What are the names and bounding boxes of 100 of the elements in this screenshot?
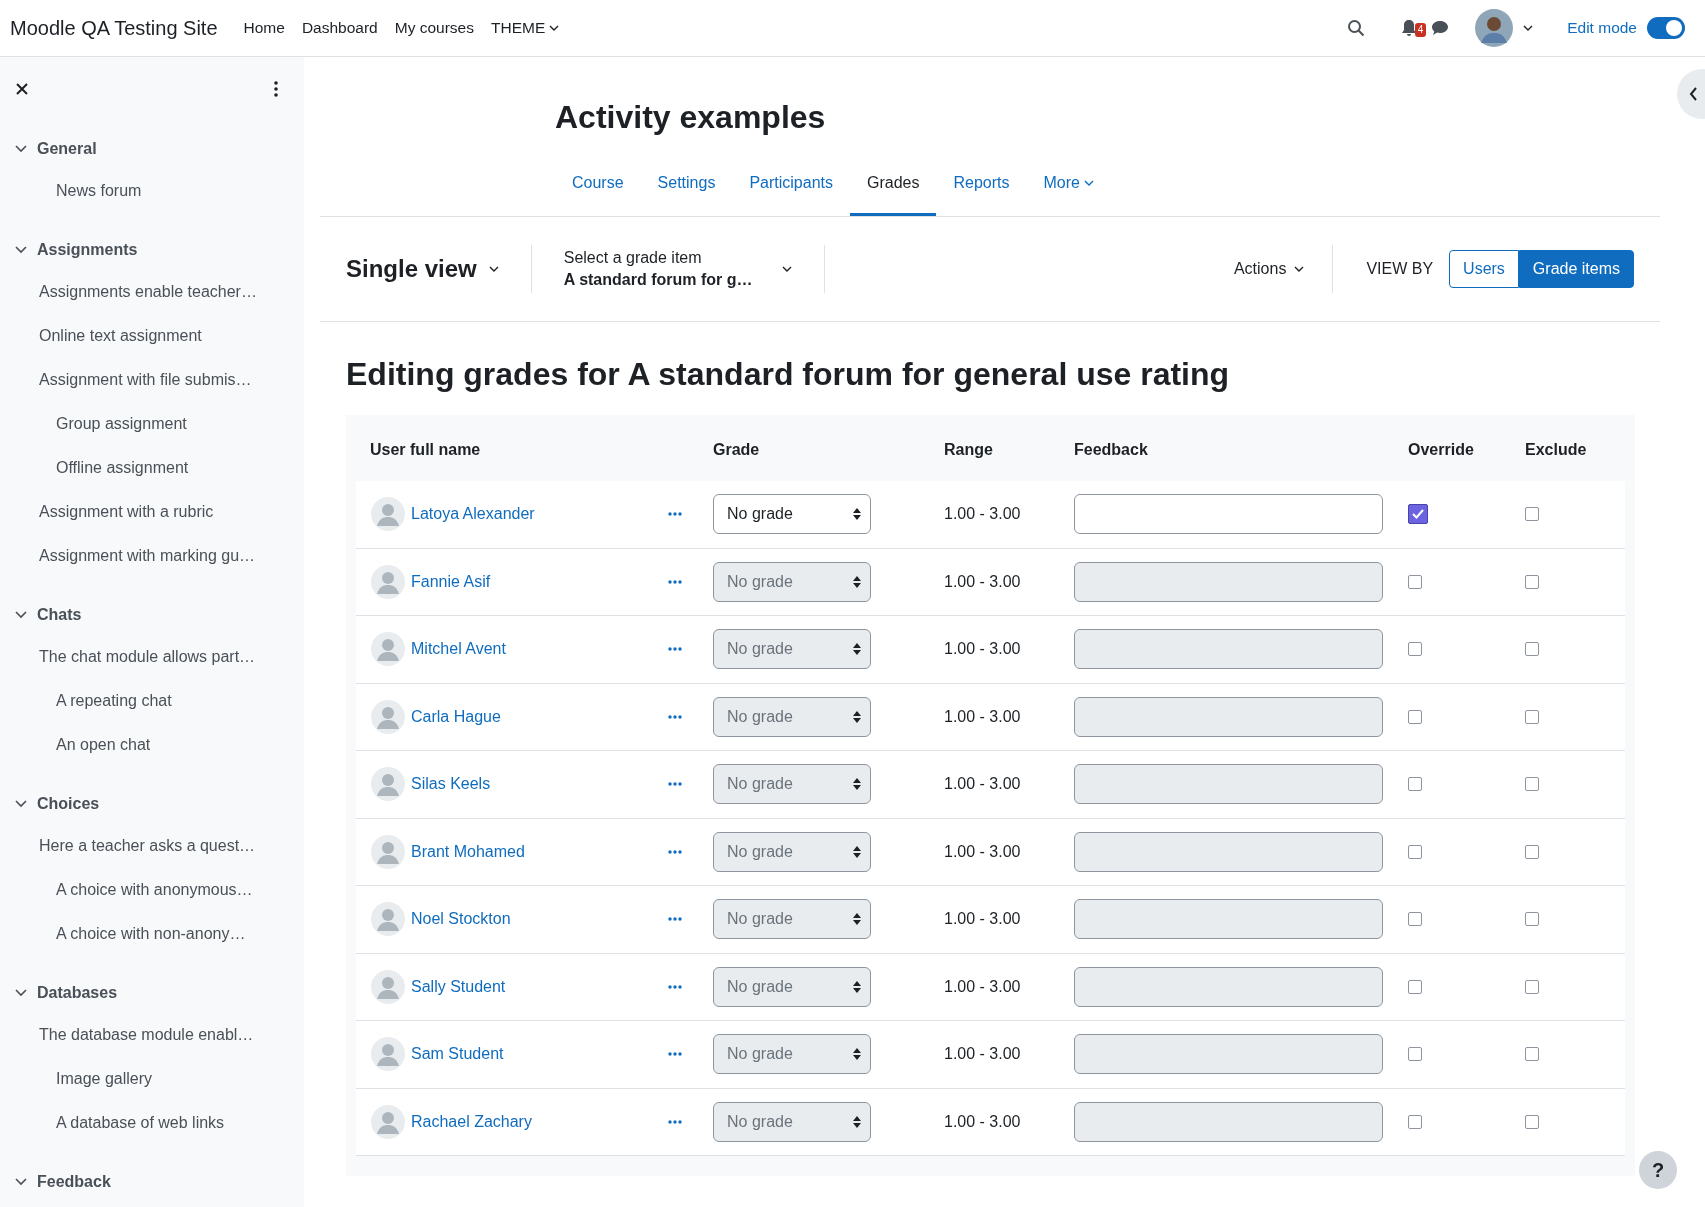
sidebar-item[interactable]: A choice with non-anony… [56,925,246,943]
section-title[interactable]: Choices [37,795,100,813]
site-name[interactable]: Moodle QA Testing Site [10,16,218,40]
nav-link[interactable]: THEME [490,19,560,37]
override-checkbox[interactable] [1408,979,1422,994]
grade-select[interactable]: No grade [713,899,871,940]
feedback-field[interactable] [1074,966,1383,1007]
sidebar-item[interactable]: An open chat [56,736,151,754]
exclude-checkbox[interactable] [1525,777,1539,792]
section-title[interactable]: Databases [37,984,118,1002]
more-icon[interactable] [274,81,278,97]
grade-select[interactable]: No grade [713,831,871,872]
override-checkbox[interactable] [1408,777,1422,792]
user-name-link[interactable]: Sally Student [411,977,506,996]
feedback-field[interactable] [1074,696,1383,737]
user-name-link[interactable]: Fannie Asif [411,572,491,591]
sidebar-item[interactable]: News forum [56,182,142,200]
grade-select[interactable]: No grade [713,629,871,670]
user-name-link[interactable]: Brant Mohamed [411,842,525,861]
close-icon[interactable] [16,83,28,95]
feedback-field[interactable] [1074,1034,1383,1075]
section-title[interactable]: Assignments [37,241,138,259]
chat-icon[interactable] [1431,20,1450,36]
sidebar-item[interactable]: Here a teacher asks a quest… [39,837,256,855]
course-tab[interactable]: More [1026,164,1111,216]
override-checkbox[interactable] [1408,574,1422,589]
user-name-link[interactable]: Mitchel Avent [411,640,506,659]
sidebar-item[interactable]: Assignment with a rubric [39,503,214,521]
user-avatar[interactable] [1475,9,1514,47]
feedback-field[interactable] [1074,831,1383,872]
course-tab[interactable]: Grades [850,164,937,216]
course-tab[interactable]: Participants [732,164,850,216]
exclude-checkbox[interactable] [1525,844,1539,859]
exclude-checkbox[interactable] [1525,709,1539,724]
sidebar-item[interactable]: Group assignment [56,415,187,433]
chevron-icon[interactable] [15,246,27,254]
exclude-checkbox[interactable] [1525,507,1539,522]
sidebar-item[interactable]: A repeating chat [56,692,172,710]
nav-link[interactable]: My courses [394,19,474,37]
sidebar-item[interactable]: The chat module allows part… [39,648,256,666]
grade-select[interactable]: No grade [713,966,871,1007]
chevron-icon[interactable] [15,800,27,808]
edit-mode-toggle[interactable] [1647,17,1685,39]
exclude-checkbox[interactable] [1525,912,1539,927]
course-tab[interactable]: Course [555,164,641,216]
chevron-icon[interactable] [15,989,27,997]
user-name-link[interactable]: Sam Student [411,1045,504,1064]
chevron-icon[interactable] [15,145,27,153]
feedback-field[interactable] [1074,561,1383,602]
user-name-link[interactable]: Carla Hague [411,707,501,726]
override-checkbox[interactable] [1408,709,1422,724]
chevron-icon[interactable] [15,1178,27,1186]
sidebar-item[interactable]: Online text assignment [39,327,202,345]
sidebar-item[interactable]: Assignment with file submis… [39,371,252,389]
override-checkbox[interactable] [1408,1114,1422,1129]
grade-select[interactable]: No grade [713,696,871,737]
chevron-icon[interactable] [15,611,27,619]
sidebar-item[interactable]: A database of web links [56,1114,225,1132]
override-checkbox[interactable] [1408,1047,1422,1062]
feedback-field[interactable] [1074,629,1383,670]
grade-select[interactable]: No grade [713,1034,871,1075]
sidebar-item[interactable]: The database module enabl… [39,1026,254,1044]
actions-dropdown[interactable]: Actions [1205,245,1334,293]
help-button[interactable]: ? [1639,1151,1677,1189]
sidebar-item[interactable]: Image gallery [56,1070,153,1088]
override-checkbox[interactable] [1408,844,1422,859]
grade-item-selector[interactable]: Select a grade item A standard forum for g… [531,245,826,293]
exclude-checkbox[interactable] [1525,1047,1539,1062]
report-selector[interactable]: Single view [320,245,532,293]
grade-select[interactable]: No grade [713,764,871,805]
section-title[interactable]: Chats [37,606,82,624]
course-tab[interactable]: Reports [936,164,1027,216]
override-checkbox[interactable] [1408,504,1428,525]
search-icon[interactable] [1347,19,1366,37]
user-name-link[interactable]: Latoya Alexander [411,505,535,524]
user-name-link[interactable]: Noel Stockton [411,910,511,929]
sidebar-item[interactable]: Assignment with marking gu… [39,547,256,565]
sidebar-item[interactable]: Offline assignment [56,459,189,477]
exclude-checkbox[interactable] [1525,1114,1539,1129]
feedback-field[interactable] [1074,899,1383,940]
sidebar-item[interactable]: A choice with anonymous… [56,881,253,899]
override-checkbox[interactable] [1408,642,1422,657]
grade-select[interactable]: No grade [713,494,871,535]
user-name-link[interactable]: Rachael Zachary [411,1112,532,1131]
sidebar-item[interactable]: Assignments enable teacher… [39,283,257,301]
nav-link[interactable]: Home [243,19,285,37]
nav-link[interactable]: Dashboard [301,19,378,37]
user-name-link[interactable]: Silas Keels [411,775,491,794]
feedback-field[interactable] [1074,1101,1383,1142]
section-title[interactable]: General [37,140,97,158]
bell-icon[interactable] [1401,19,1418,37]
feedback-field[interactable] [1074,764,1383,805]
exclude-checkbox[interactable] [1525,642,1539,657]
grade-select[interactable]: No grade [713,1101,871,1142]
exclude-checkbox[interactable] [1525,979,1539,994]
section-title[interactable]: Feedback [37,1173,111,1191]
view-by-button[interactable]: Users [1449,250,1519,288]
grade-select[interactable]: No grade [713,561,871,602]
exclude-checkbox[interactable] [1525,574,1539,589]
view-by-button[interactable]: Grade items [1518,250,1634,288]
